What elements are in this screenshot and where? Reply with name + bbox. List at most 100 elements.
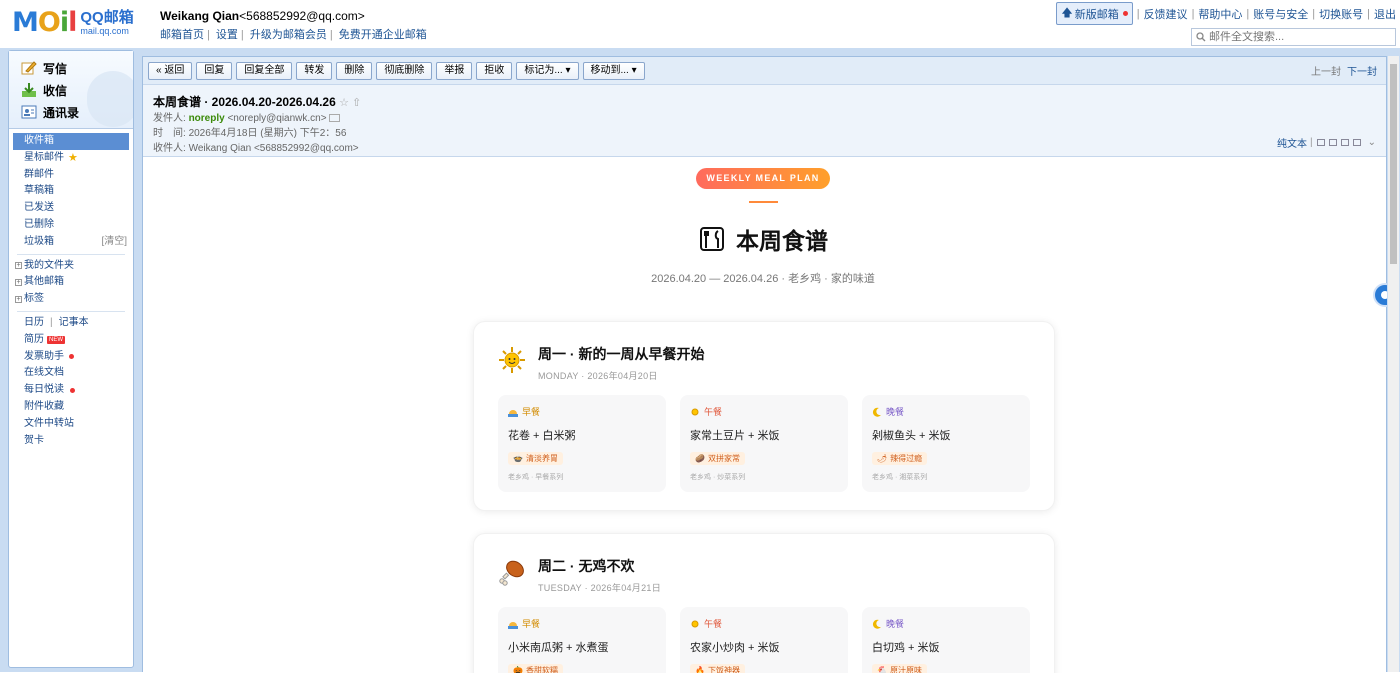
group-other-mailboxes[interactable]: + 其他邮箱 [13,274,129,291]
mail-header: 本周食谱 · 2026.04.20-2026.04.26 ☆ ⇧ 发件人: no… [143,85,1386,157]
folder-starred[interactable]: 星标邮件 ★ [13,150,129,167]
qq-mail-logo[interactable]: MOil QQ邮箱 mail.qq.com [12,8,134,38]
folder-deleted[interactable]: 已删除 [13,217,129,234]
tool-card-label: 贺卡 [24,434,44,446]
meal-label: 早餐 [508,405,656,418]
group-tags[interactable]: + 标签 [13,291,129,308]
link-account-security[interactable]: 账号与安全 [1253,6,1308,22]
mail-navigation: 上一封 下一封 [1311,63,1377,78]
new-version-button[interactable]: 🡅 新版邮箱 [1056,2,1133,25]
link-help[interactable]: 帮助中心 [1198,6,1242,22]
search-input[interactable] [1209,31,1389,43]
link-upgrade[interactable]: 升级为邮箱会员 [250,29,327,41]
new-window-icon[interactable] [1328,139,1337,146]
printer-icon[interactable] [1352,139,1361,146]
folder-inbox[interactable]: 收件箱 [13,133,129,150]
meal-breakfast: 早餐 小米南瓜粥 + 水煮蛋 🎃 香甜软糯 [498,607,666,673]
day-card-monday: 周一 · 新的一周从早餐开始 MONDAY · 2026年04月20日 早餐 花… [473,321,1055,511]
tool-online-docs[interactable]: 在线文档 [13,365,129,382]
folder-sent-label: 已发送 [24,202,54,214]
tool-file-transfer[interactable]: 文件中转站 [13,416,129,433]
folder-group-mail[interactable]: 群邮件 [13,167,129,184]
logo-mail-text: MOil [12,7,77,38]
report-button[interactable]: 举报 [436,61,473,80]
pen-icon [21,61,37,75]
dish-name: 花卷 + 白米粥 [508,430,576,442]
mark-as-dropdown[interactable]: 标记为... ▾ [516,61,579,80]
mail-body: WEEKLY MEAL PLAN 本周食谱 2026.04.20 — 2026.… [143,159,1387,673]
to-label: 收件人: [153,143,186,154]
day-card-tuesday: 周二 · 无鸡不欢 TUESDAY · 2026年04月21日 早餐 小米南瓜粥… [473,533,1055,673]
sunrise-icon [508,621,518,629]
link-feedback[interactable]: 反馈建议 [1144,6,1188,22]
soup-icon: 🍲 [513,454,523,463]
expand-plus-icon: + [15,279,22,287]
plate-cutlery-icon [700,227,724,251]
search-box[interactable] [1191,28,1396,46]
tool-attachments[interactable]: 附件收藏 [13,399,129,416]
meal-dinner: 晚餐 白切鸡 + 米饭 🐔 原汁原味 [862,607,1030,673]
reply-all-button[interactable]: 回复全部 [236,61,293,80]
empty-spam-link[interactable]: [清空] [101,234,129,251]
floating-assistant-button[interactable] [1373,283,1387,307]
link-switch-account[interactable]: 切换账号 [1319,6,1363,22]
link-mail-home[interactable]: 邮箱首页 [160,29,204,41]
tool-daily-read[interactable]: 每日悦读 [13,382,129,399]
potato-icon: 🥔 [695,454,705,463]
link-settings[interactable]: 设置 [216,29,238,41]
folder-sent[interactable]: 已发送 [13,200,129,217]
folder-starred-label: 星标邮件 [24,151,64,163]
forward-button[interactable]: 转发 [296,61,333,80]
from-line: 发件人: noreply <noreply@qianwk.cn> [153,113,1376,125]
weekly-plan-pill: WEEKLY MEAL PLAN [696,168,830,189]
dish-name: 农家小炒肉 + 米饭 [690,642,780,654]
chili-icon: 🌶 [877,454,888,463]
tool-greeting-card[interactable]: 贺卡 [13,433,129,450]
sun-small-icon [691,408,699,415]
red-dot-icon [1122,11,1128,16]
contacts-label: 通讯录 [43,105,80,120]
sun-small-icon [691,620,699,627]
folder-drafts[interactable]: 草稿箱 [13,183,129,200]
meal-label: 晚餐 [872,405,1020,418]
reply-button[interactable]: 回复 [196,61,233,80]
page-scrollbar[interactable] [1388,56,1399,672]
group-my-folders-label: 我的文件夹 [24,259,74,271]
upload-arrow-icon: 🡅 [1061,7,1073,19]
meal-lunch: 午餐 家常土豆片 + 米饭 🥔 双拼家常 老乡鸡 · 炒菜系列 [680,395,848,492]
link-enterprise[interactable]: 免费开通企业邮箱 [339,29,427,41]
scrollbar-thumb[interactable] [1390,64,1397,264]
link-logout[interactable]: 退出 [1374,6,1396,22]
notebook-link[interactable]: 记事本 [59,315,89,332]
meal-breakfast: 早餐 花卷 + 白米粥 🍲 清淡养胃 老乡鸡 · 早餐系列 [498,395,666,492]
next-mail-link[interactable]: 下一封 [1347,67,1377,78]
group-my-folders[interactable]: + 我的文件夹 [13,258,129,275]
prev-mail-link[interactable]: 上一封 [1311,67,1341,78]
mail-body-title: 本周食谱 [698,223,828,255]
delete-permanently-button[interactable]: 彻底删除 [376,61,433,80]
move-to-dropdown[interactable]: 移动到... ▾ [582,61,645,80]
tool-resume[interactable]: 简历 NEW [13,332,129,349]
print-icon[interactable] [1340,139,1349,146]
tool-resume-label: 简历 [24,333,44,345]
tool-invoice[interactable]: 发票助手 [13,349,129,366]
expand-plus-icon: + [15,262,22,270]
window-icon[interactable] [1316,139,1325,146]
meal-label: 午餐 [690,405,838,418]
calendar-link[interactable]: 日历 [24,315,44,332]
plain-text-link[interactable]: 纯文本 [1277,135,1307,150]
vcard-icon[interactable] [329,114,341,123]
star-outline-icon[interactable]: ☆ ⇧ [339,97,361,109]
reject-button[interactable]: 拒收 [476,61,513,80]
folder-spam[interactable]: 垃圾箱 [清空] [13,234,129,251]
chevron-down-icon[interactable]: ⌄ [1368,137,1376,148]
delete-button[interactable]: 删除 [336,61,373,80]
top-bar: MOil QQ邮箱 mail.qq.com Weikang Qian<56885… [0,0,1400,48]
drumstick-icon [499,560,524,586]
sender-name[interactable]: noreply [189,113,225,124]
back-button[interactable]: « 返回 [148,61,193,80]
day-subtitle: TUESDAY · 2026年04月21日 [538,583,662,593]
time-line: 时 间: 2026年4月18日 (星期六) 下午2：56 [153,128,1376,140]
top-links: 🡅 新版邮箱 | 反馈建议 | 帮助中心 | 账号与安全 | 切换账号 | 退出 [1056,2,1396,25]
logo-qq-url: mail.qq.com [80,26,129,36]
